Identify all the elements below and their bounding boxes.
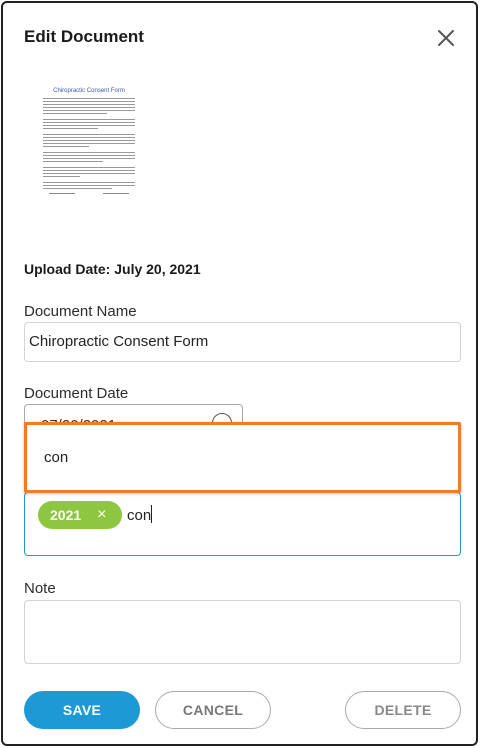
upload-date: Upload Date: July 20, 2021 <box>24 261 201 277</box>
note-textarea[interactable] <box>24 600 461 664</box>
delete-button[interactable]: DELETE <box>345 691 461 729</box>
close-icon[interactable] <box>435 27 457 49</box>
edit-document-dialog: Edit Document Chiropractic Consent Form … <box>1 1 478 746</box>
document-name-input[interactable]: Chiropractic Consent Form <box>24 322 461 362</box>
cancel-button[interactable]: CANCEL <box>155 691 271 729</box>
tags-input[interactable]: 2021 × con <box>24 492 461 556</box>
document-thumbnail: Chiropractic Consent Form <box>41 86 137 218</box>
note-label: Note <box>24 580 56 597</box>
tag-suggestion-dropdown: con <box>24 422 461 493</box>
document-name-label: Document Name <box>24 303 137 320</box>
document-date-label: Document Date <box>24 385 129 402</box>
tag-chip: 2021 × <box>38 501 122 529</box>
tag-chip-label: 2021 <box>50 507 82 523</box>
suggestion-item[interactable]: con <box>44 449 68 466</box>
tag-typed-value: con <box>127 507 152 524</box>
save-button[interactable]: SAVE <box>24 691 140 729</box>
dialog-title: Edit Document <box>24 27 144 46</box>
tag-typed-text[interactable]: con <box>127 505 153 524</box>
remove-tag-icon[interactable]: × <box>97 506 106 524</box>
text-caret <box>151 505 153 523</box>
thumbnail-body <box>41 98 137 189</box>
thumbnail-title: Chiropractic Consent Form <box>53 88 125 94</box>
thumbnail-signature-lines <box>41 193 137 194</box>
